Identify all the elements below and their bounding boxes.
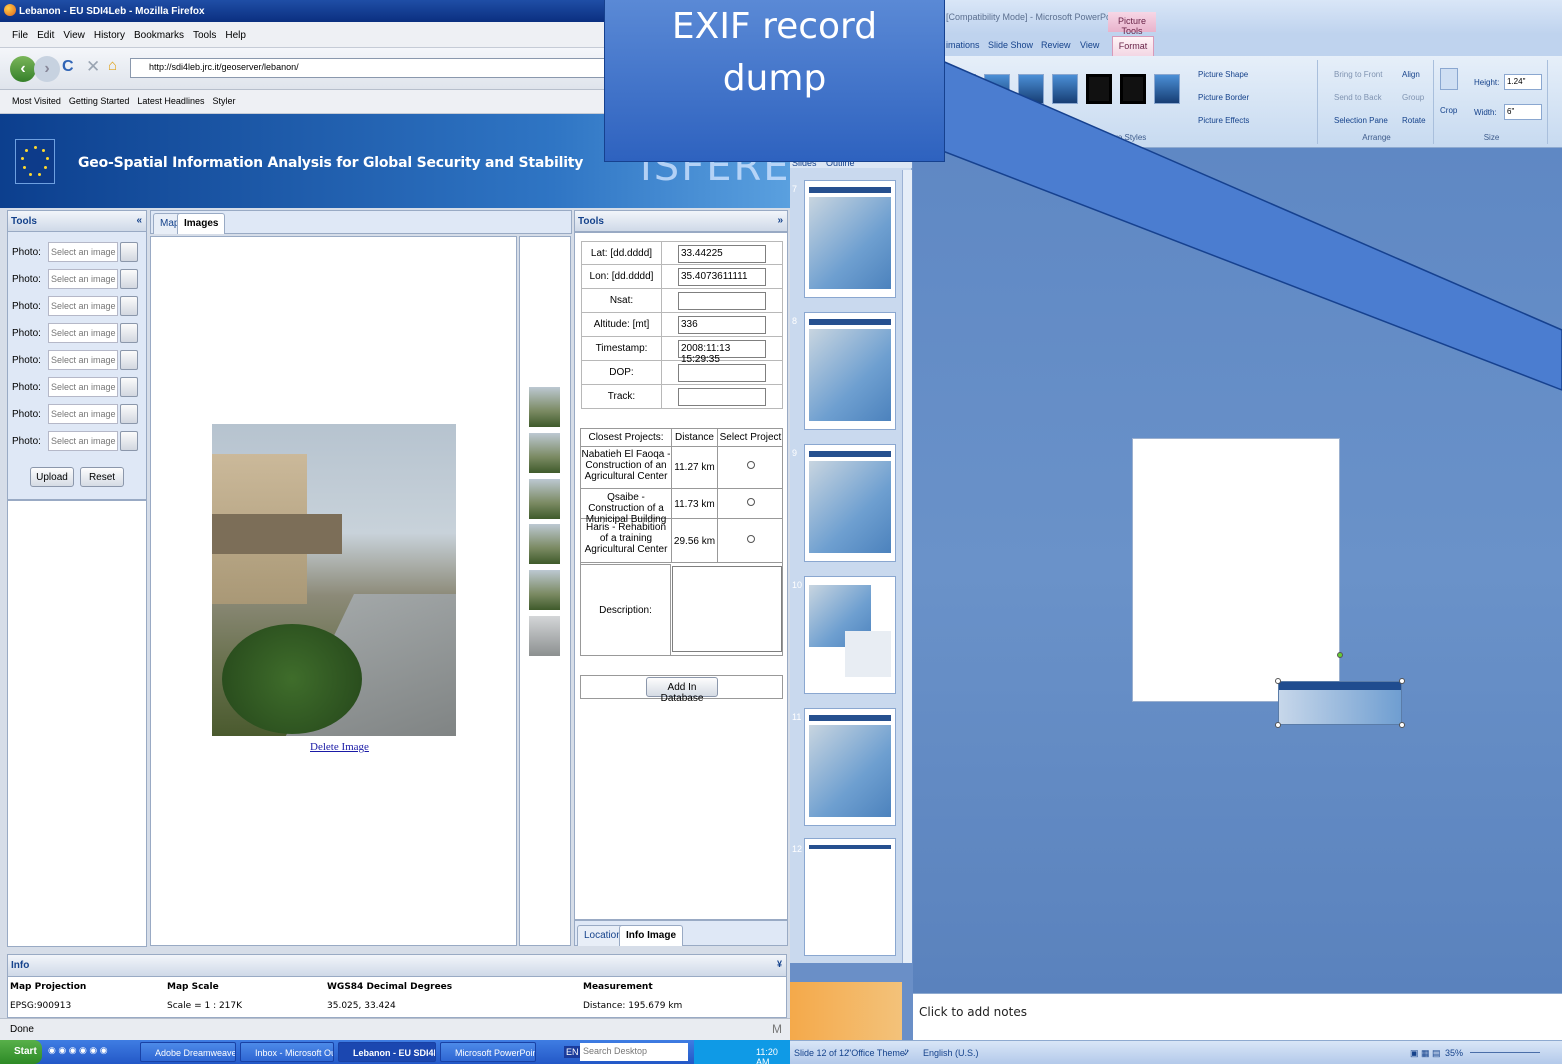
callout-line2: dump	[722, 58, 827, 99]
callout-line1: EXIF record	[671, 6, 878, 47]
exif-callout: EXIF record dump	[604, 0, 945, 162]
